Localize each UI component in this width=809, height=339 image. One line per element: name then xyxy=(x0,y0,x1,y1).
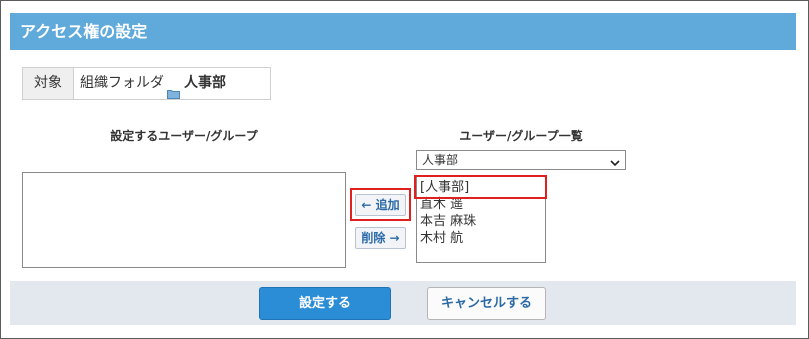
group-select-value: 人事部 xyxy=(422,153,459,167)
target-label: 対象 xyxy=(23,68,74,99)
highlight-box-item xyxy=(414,175,547,199)
folder-icon xyxy=(167,80,180,99)
footer-bar xyxy=(10,281,796,325)
list-item[interactable]: 木村 航 xyxy=(417,230,545,247)
target-path-prefix: 組織フォルダ xyxy=(80,75,164,91)
highlight-box-add-button xyxy=(350,188,411,221)
save-button[interactable]: 設定する xyxy=(259,287,391,320)
selected-users-title: 設定するユーザー/グループ xyxy=(110,129,258,143)
remove-button[interactable]: 削除 → xyxy=(355,227,406,249)
user-group-list-title: ユーザー/グループ一覧 xyxy=(459,129,583,143)
selected-users-listbox[interactable] xyxy=(22,172,346,268)
target-row: 対象 組織フォルダ 人事部 xyxy=(22,67,271,100)
list-item[interactable]: 本吉 麻珠 xyxy=(417,213,545,230)
target-folder-name: 人事部 xyxy=(184,75,226,91)
target-value: 組織フォルダ 人事部 xyxy=(74,68,270,99)
group-select[interactable]: 人事部 xyxy=(416,150,626,170)
cancel-button[interactable]: キャンセルする xyxy=(427,287,546,320)
chevron-down-icon xyxy=(610,155,620,167)
page-title: アクセス権の設定 xyxy=(10,13,796,50)
